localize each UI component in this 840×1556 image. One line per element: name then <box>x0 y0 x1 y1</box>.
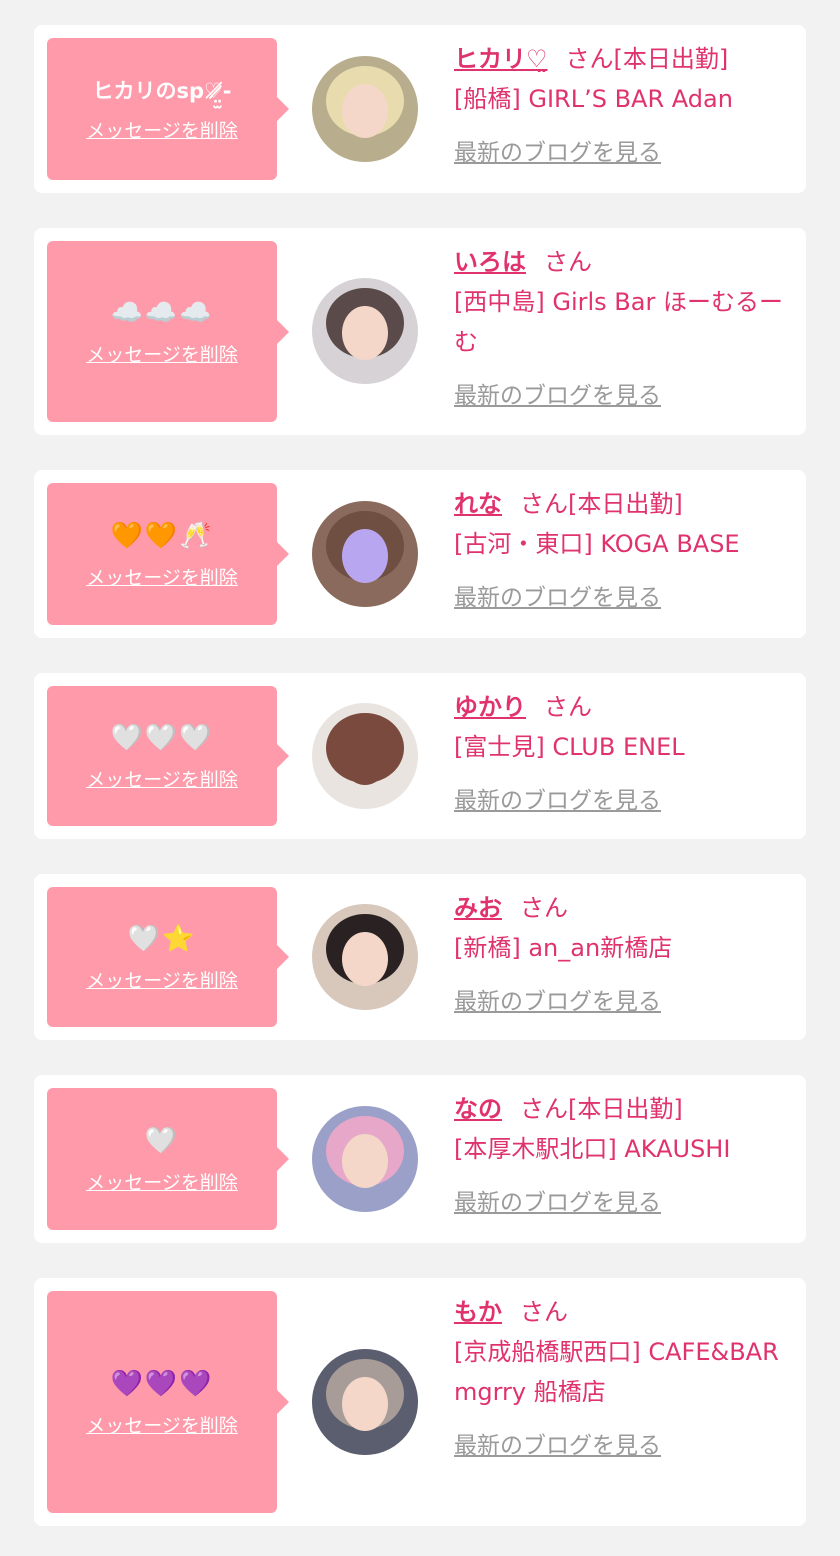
honorific: さん <box>565 45 614 73</box>
message-bubble: ☁️☁️☁️ メッセージを削除 <box>47 241 289 422</box>
cast-name-link[interactable]: みお <box>454 894 502 922</box>
shop-name: [船橋] GIRL’S BAR Adan <box>454 85 733 113</box>
cast-info: れな さん[本日出勤] [古河・東口] KOGA BASE 最新のブログを見る <box>454 484 790 618</box>
delete-message-link[interactable]: メッセージを削除 <box>86 1168 238 1195</box>
message-bubble: 💜💜💜 メッセージを削除 <box>47 1291 289 1513</box>
blog-link[interactable]: 最新のブログを見る <box>454 781 661 821</box>
avatar[interactable] <box>312 501 418 607</box>
shop-name: [本厚木駅北口] AKAUSHI <box>454 1135 731 1163</box>
honorific: さん <box>544 248 592 276</box>
message-text: ヒカリのsp♡̷̸̷̷̤̫- <box>92 78 232 103</box>
delete-message-link[interactable]: メッセージを削除 <box>86 765 238 792</box>
message-text: 💜💜💜 <box>110 1368 214 1399</box>
blog-link[interactable]: 最新のブログを見る <box>454 1426 661 1466</box>
cast-info: なの さん[本日出勤] [本厚木駅北口] AKAUSHI 最新のブログを見る <box>454 1089 790 1223</box>
favorite-card: 🧡🧡🥂 メッセージを削除 れな さん[本日出勤] [古河・東口] KOGA BAS… <box>34 470 806 638</box>
favorite-card: 🤍 メッセージを削除 なの さん[本日出勤] [本厚木駅北口] AKAUSHI 最… <box>34 1075 806 1243</box>
favorites-list: ヒカリのsp♡̷̸̷̷̤̫- メッセージを削除 ヒカリ♡̤ さん[本日出勤] [船… <box>0 0 840 1556</box>
favorite-card: 🤍⭐️ メッセージを削除 みお さん [新橋] an_an新橋店 最新のブログを見… <box>34 874 806 1040</box>
blog-link[interactable]: 最新のブログを見る <box>454 376 661 416</box>
message-bubble: 🤍🤍🤍 メッセージを削除 <box>47 686 289 826</box>
avatar[interactable] <box>312 278 418 384</box>
message-bubble: ヒカリのsp♡̷̸̷̷̤̫- メッセージを削除 <box>47 38 289 180</box>
message-bubble: 🤍 メッセージを削除 <box>47 1088 289 1230</box>
shop-name: [古河・東口] KOGA BASE <box>454 530 740 558</box>
honorific: さん <box>544 693 592 721</box>
blog-link[interactable]: 最新のブログを見る <box>454 982 661 1022</box>
attendance-status: [本日出勤] <box>568 1095 683 1123</box>
honorific: さん <box>520 1298 568 1326</box>
cast-info: もか さん [京成船橋駅西口] CAFE&BAR mgrry 船橋店 最新のブログ… <box>454 1292 790 1466</box>
cast-name-link[interactable]: なの <box>454 1095 502 1123</box>
shop-name: [富士見] CLUB ENEL <box>454 733 685 761</box>
message-bubble: 🧡🧡🥂 メッセージを削除 <box>47 483 289 625</box>
delete-message-link[interactable]: メッセージを削除 <box>86 563 238 590</box>
message-text: 🧡🧡🥂 <box>110 520 214 551</box>
blog-link[interactable]: 最新のブログを見る <box>454 1183 661 1223</box>
avatar[interactable] <box>312 904 418 1010</box>
message-text: 🤍🤍🤍 <box>110 722 214 753</box>
favorite-card: 🤍🤍🤍 メッセージを削除 ゆかり さん [富士見] CLUB ENEL 最新のブロ… <box>34 673 806 839</box>
cast-info: ヒカリ♡̤ さん[本日出勤] [船橋] GIRL’S BAR Adan 最新のブロ… <box>454 39 790 173</box>
avatar[interactable] <box>312 56 418 162</box>
favorite-card: ヒカリのsp♡̷̸̷̷̤̫- メッセージを削除 ヒカリ♡̤ さん[本日出勤] [船… <box>34 25 806 193</box>
cast-info: いろは さん [西中島] Girls Bar ほーむるーむ 最新のブログを見る <box>454 242 790 416</box>
cast-name-link[interactable]: れな <box>454 490 502 518</box>
favorite-card: ☁️☁️☁️ メッセージを削除 いろは さん [西中島] Girls Bar ほー… <box>34 228 806 435</box>
delete-message-link[interactable]: メッセージを削除 <box>86 966 238 993</box>
blog-link[interactable]: 最新のブログを見る <box>454 578 661 618</box>
cast-info: みお さん [新橋] an_an新橋店 最新のブログを見る <box>454 888 790 1022</box>
honorific: さん <box>520 894 568 922</box>
attendance-status: [本日出勤] <box>613 45 729 73</box>
cast-name-link[interactable]: もか <box>454 1298 502 1326</box>
message-text: 🤍 <box>144 1125 180 1156</box>
message-bubble: 🤍⭐️ メッセージを削除 <box>47 887 289 1027</box>
delete-message-link[interactable]: メッセージを削除 <box>86 340 238 367</box>
avatar[interactable] <box>312 1106 418 1212</box>
cast-name-link[interactable]: ヒカリ♡̤ <box>454 45 548 73</box>
message-text: ☁️☁️☁️ <box>110 298 214 328</box>
cast-info: ゆかり さん [富士見] CLUB ENEL 最新のブログを見る <box>454 687 790 821</box>
shop-name: [新橋] an_an新橋店 <box>454 934 673 962</box>
attendance-status: [本日出勤] <box>568 490 683 518</box>
delete-message-link[interactable]: メッセージを削除 <box>86 1411 238 1438</box>
message-text: 🤍⭐️ <box>127 923 197 954</box>
cast-name-link[interactable]: いろは <box>454 248 526 276</box>
honorific: さん <box>520 490 568 518</box>
honorific: さん <box>520 1095 568 1123</box>
blog-link[interactable]: 最新のブログを見る <box>454 133 661 173</box>
avatar[interactable] <box>312 703 418 809</box>
shop-name: [京成船橋駅西口] CAFE&BAR mgrry 船橋店 <box>454 1338 779 1406</box>
shop-name: [西中島] Girls Bar ほーむるーむ <box>454 288 783 356</box>
cast-name-link[interactable]: ゆかり <box>454 693 526 721</box>
delete-message-link[interactable]: メッセージを削除 <box>86 116 238 143</box>
favorite-card: 💜💜💜 メッセージを削除 もか さん [京成船橋駅西口] CAFE&BAR mgr… <box>34 1278 806 1526</box>
avatar[interactable] <box>312 1349 418 1455</box>
